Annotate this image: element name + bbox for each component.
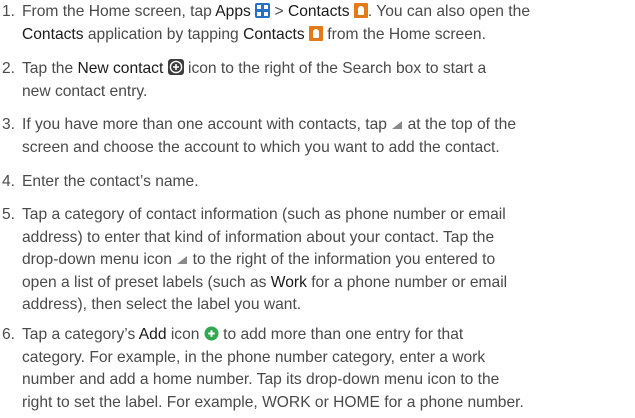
step-text: Tap a category’s — [22, 326, 139, 343]
step-1: 1. From the Home screen, tap Apps > Cont… — [0, 1, 632, 46]
step-text: at the top of the — [403, 116, 516, 133]
step-text: to add more than one entry for that — [218, 326, 464, 343]
step-4: 4. Enter the contact’s name. — [0, 171, 632, 194]
add-label: Add — [138, 326, 167, 343]
apps-grid-icon — [255, 3, 271, 18]
step-text: from the Home screen. — [322, 25, 486, 43]
step-3: 3. If you have more than one account wit… — [0, 114, 632, 159]
apps-label: Apps — [215, 3, 251, 20]
step-number: 4. — [2, 173, 16, 190]
step-number: 6. — [2, 326, 16, 343]
step-text: for a phone number or email — [306, 273, 508, 291]
step-6: 6. Tap a category’s Add icon to add more… — [0, 324, 632, 414]
step-text: address) to enter that kind of informati… — [22, 228, 495, 246]
dropdown-triangle-icon — [391, 115, 403, 129]
step-number: 2. — [2, 60, 16, 77]
new-contact-label: New contact — [77, 60, 164, 77]
step-text: Tap a category of contact information (s… — [22, 206, 506, 223]
step-text: to the right of the information you ente… — [188, 251, 496, 269]
step-text: new contact entry. — [22, 82, 148, 100]
step-text: right to set the label. For example, WOR… — [22, 393, 524, 411]
new-contact-plus-icon — [167, 59, 184, 75]
work-label: Work — [270, 273, 307, 291]
contacts-label: Contacts — [287, 3, 350, 20]
step-text: open a list of preset labels (such as — [22, 273, 271, 291]
step-text: If you have more than one account with c… — [22, 116, 392, 133]
step-number: 1. — [2, 3, 16, 20]
contacts-label: Contacts — [22, 25, 84, 43]
dropdown-triangle-icon — [176, 250, 188, 265]
step-text: icon — [166, 326, 204, 343]
step-text: number and add a home number. Tap its dr… — [22, 371, 500, 389]
contacts-icon — [353, 3, 368, 18]
step-text: address), then select the label you want… — [22, 296, 302, 314]
step-number: 3. — [2, 116, 16, 133]
step-5: 5. Tap a category of contact information… — [0, 204, 632, 317]
step-text: screen and choose the account to which y… — [22, 138, 500, 156]
step-text: category. For example, in the phone numb… — [22, 348, 486, 366]
step-text: . You can also open the — [367, 3, 530, 20]
green-add-icon — [204, 326, 219, 341]
step-text: > — [270, 3, 288, 20]
step-text: application by tapping — [83, 25, 244, 43]
step-number: 5. — [2, 206, 16, 223]
step-text: drop-down menu icon — [22, 251, 177, 269]
step-text: Tap the — [22, 60, 78, 77]
step-text: From the Home screen, tap — [22, 3, 216, 20]
contacts-label: Contacts — [243, 25, 305, 43]
contacts-icon — [308, 25, 323, 41]
step-text: Enter the contact’s name. — [22, 173, 199, 190]
step-text: icon to the right of the Search box to s… — [183, 60, 487, 77]
step-2: 2. Tap the New contact icon to the right… — [0, 58, 632, 103]
